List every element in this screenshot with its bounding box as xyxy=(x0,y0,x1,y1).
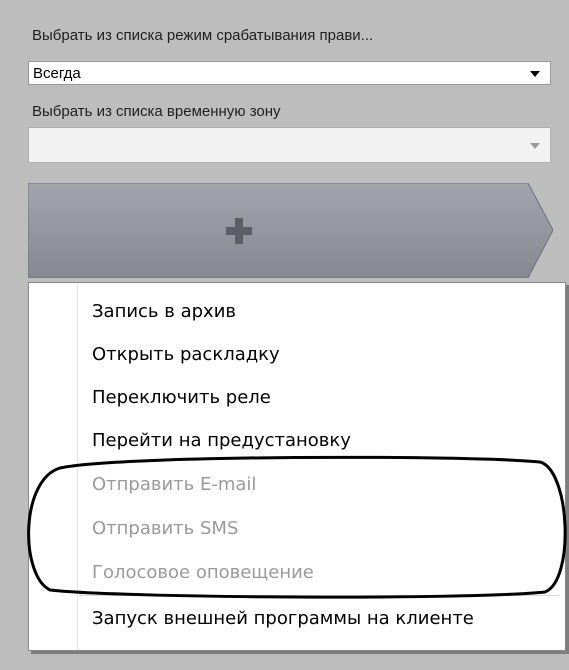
action-menu: Запись в архив Открыть раскладку Переклю… xyxy=(28,282,566,651)
menu-item-record-archive[interactable]: Запись в архив xyxy=(92,301,236,322)
rule-mode-select[interactable]: Всегда xyxy=(28,61,551,85)
chevron-down-icon[interactable] xyxy=(530,143,540,149)
menu-separator xyxy=(79,595,559,596)
menu-item-run-external-program[interactable]: Запуск внешней программы на клиенте xyxy=(92,608,474,629)
menu-item-switch-relay[interactable]: Переключить реле xyxy=(92,387,271,408)
menu-item-voice-alert[interactable]: Голосовое оповещение xyxy=(92,562,314,583)
time-zone-select[interactable] xyxy=(28,127,551,163)
rule-mode-value: Всегда xyxy=(33,65,81,82)
menu-item-send-sms[interactable]: Отправить SMS xyxy=(92,518,238,539)
menu-item-open-layout[interactable]: Открыть раскладку xyxy=(92,344,280,365)
action-panel: Выбрать из списка режим срабатывания пра… xyxy=(0,0,569,670)
time-zone-label: Выбрать из списка временную зону xyxy=(32,103,281,120)
add-action-button[interactable] xyxy=(28,183,553,278)
chevron-down-icon[interactable] xyxy=(530,71,540,77)
menu-gutter xyxy=(77,283,78,650)
rule-mode-label: Выбрать из списка режим срабатывания пра… xyxy=(32,27,374,44)
menu-item-send-email[interactable]: Отправить E-mail xyxy=(92,474,256,495)
menu-item-go-preset[interactable]: Перейти на предустановку xyxy=(92,430,351,451)
